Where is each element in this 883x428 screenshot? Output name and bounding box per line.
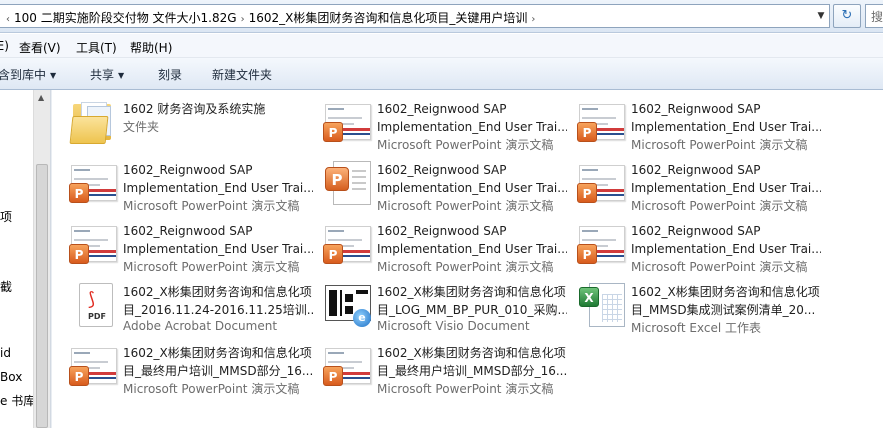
file-name: 1602_X彬集团财务咨询和信息化项 目_最终用户培训_MMSD部分_16... [377, 346, 567, 378]
breadcrumb: ‹ 100 二期实施阶段交付物 文件大小1.82G › 1602_X彬集团财务咨询和信… [2, 9, 539, 26]
powerpoint-icon: P [577, 100, 625, 144]
search-placeholder: 搜 [871, 10, 883, 24]
menu-help[interactable]: 帮助(H) [130, 39, 172, 56]
file-item[interactable]: P 1602_Reignwood SAP Implementation_End U… [53, 153, 313, 213]
visio-icon: e [323, 283, 371, 327]
file-type: Microsoft PowerPoint 演示文稿 [123, 382, 300, 396]
file-name: 1602_X彬集团财务咨询和信息化项 目_最终用户培训_MMSD部分_16... [123, 346, 313, 378]
chevron-right-icon[interactable]: › [531, 14, 535, 25]
pdf-icon: ⟆ PDF [69, 283, 117, 327]
file-name: 1602_Reignwood SAP Implementation_End Use… [377, 224, 567, 256]
file-name: 1602_X彬集团财务咨询和信息化项 目_LOG_MM_BP_PUR_010_采购… [377, 285, 567, 317]
file-type: 文件夹 [123, 120, 160, 134]
file-name: 1602_X彬集团财务咨询和信息化项 目_MMSD集成测试案例清单_20... [631, 285, 820, 317]
file-type: Microsoft PowerPoint 演示文稿 [377, 138, 554, 152]
refresh-icon: ↻ [841, 8, 853, 23]
file-name: 1602_Reignwood SAP Implementation_End Use… [377, 163, 567, 195]
file-item[interactable]: P 1602_Reignwood SAP Implementation_End U… [307, 153, 567, 213]
file-item[interactable]: P 1602_Reignwood SAP Implementation_End U… [307, 92, 567, 152]
breadcrumb-item[interactable]: 100 二期实施阶段交付物 文件大小1.82G [14, 11, 237, 25]
menu-view[interactable]: 查看(V) [19, 39, 61, 56]
file-name: 1602 财务咨询及系统实施 [123, 102, 266, 116]
excel-icon: X [577, 283, 625, 327]
powerpoint-icon: P [323, 222, 371, 266]
address-dropdown-icon[interactable]: ▼ [814, 9, 828, 23]
file-item[interactable]: X 1602_X彬集团财务咨询和信息化项 目_MMSD集成测试案例清单_20...… [561, 275, 820, 335]
include-library-label: 含到库中 [0, 68, 47, 82]
command-bar: 含到库中 ▼ 共享 ▼ 刻录 新建文件夹 [0, 58, 883, 90]
powerpoint-icon: P [69, 344, 117, 388]
nav-scrollbar[interactable]: ▲ [33, 90, 50, 428]
scroll-up-icon[interactable]: ▲ [38, 93, 44, 102]
new-folder-button[interactable]: 新建文件夹 [212, 66, 272, 83]
file-item[interactable]: P 1602_Reignwood SAP Implementation_End U… [561, 92, 821, 152]
file-name: 1602_Reignwood SAP Implementation_End Use… [631, 163, 821, 195]
file-name: 1602_Reignwood SAP Implementation_End Use… [377, 102, 567, 134]
menu-bar: (E) 查看(V) 工具(T) 帮助(H) [0, 34, 883, 58]
file-name: 1602_Reignwood SAP Implementation_End Use… [123, 224, 313, 256]
pane-splitter[interactable] [50, 90, 52, 428]
chevron-right-icon[interactable]: › [241, 14, 245, 25]
file-name: 1602_X彬集团财务咨询和信息化项 目_2016.11.24-2016.11.2… [123, 285, 313, 317]
nav-item[interactable]: 截 [0, 278, 12, 295]
file-type: Microsoft Excel 工作表 [631, 321, 762, 335]
file-name: 1602_Reignwood SAP Implementation_End Use… [631, 224, 821, 256]
file-type: Microsoft PowerPoint 演示文稿 [123, 260, 300, 274]
search-input[interactable]: 搜 [865, 4, 883, 28]
file-item[interactable]: P 1602_X彬集团财务咨询和信息化项 目_最终用户培训_MMSD部分_16..… [307, 336, 567, 396]
file-list: 1602 财务咨询及系统实施 文件夹 P 1602_Reignwood SAP I… [53, 90, 883, 428]
menu-tools[interactable]: 工具(T) [76, 39, 117, 56]
scrollbar-thumb[interactable] [36, 164, 48, 428]
file-type: Microsoft PowerPoint 演示文稿 [123, 199, 300, 213]
file-type: Microsoft PowerPoint 演示文稿 [377, 382, 554, 396]
file-item[interactable]: P 1602_Reignwood SAP Implementation_End U… [53, 214, 313, 274]
file-type: Microsoft PowerPoint 演示文稿 [377, 199, 554, 213]
powerpoint-icon: P [577, 222, 625, 266]
file-item[interactable]: e 1602_X彬集团财务咨询和信息化项 目_LOG_MM_BP_PUR_010_… [307, 275, 567, 333]
address-bar[interactable]: ‹ 100 二期实施阶段交付物 文件大小1.82G › 1602_X彬集团财务咨询和信… [0, 4, 830, 28]
file-item[interactable]: P 1602_X彬集团财务咨询和信息化项 目_最终用户培训_MMSD部分_16..… [53, 336, 313, 396]
powerpoint-icon: P [69, 222, 117, 266]
file-type: Adobe Acrobat Document [123, 319, 278, 333]
file-item[interactable]: P 1602_Reignwood SAP Implementation_End U… [307, 214, 567, 274]
nav-item[interactable]: e 书库 [0, 392, 35, 409]
powerpoint-icon: P [577, 161, 625, 205]
file-type: Microsoft PowerPoint 演示文稿 [631, 199, 808, 213]
menu-edit[interactable]: (E) [0, 39, 9, 53]
share-label: 共享 [90, 68, 115, 82]
nav-item[interactable]: id [0, 346, 11, 360]
powerpoint-icon: P [323, 344, 371, 388]
file-type: Microsoft Visio Document [377, 319, 530, 333]
powerpoint-icon: P [69, 161, 117, 205]
chevron-left-icon[interactable]: ‹ [6, 14, 10, 25]
navigation-pane: 项 截 id Box e 书库 ▲ [0, 90, 50, 428]
share-button[interactable]: 共享 ▼ [90, 66, 124, 83]
powerpoint-icon: P [323, 100, 371, 144]
file-type: Microsoft PowerPoint 演示文稿 [631, 260, 808, 274]
include-in-library-button[interactable]: 含到库中 ▼ [0, 66, 56, 83]
nav-item[interactable]: 项 [0, 208, 12, 225]
folder-icon [69, 100, 117, 144]
file-name: 1602_Reignwood SAP Implementation_End Use… [631, 102, 821, 134]
address-bar-row: ‹ 100 二期实施阶段交付物 文件大小1.82G › 1602_X彬集团财务咨询和信… [0, 0, 883, 33]
chevron-down-icon: ▼ [118, 71, 125, 80]
file-name: 1602_Reignwood SAP Implementation_End Use… [123, 163, 313, 195]
file-type: Microsoft PowerPoint 演示文稿 [631, 138, 808, 152]
file-item[interactable]: ⟆ PDF 1602_X彬集团财务咨询和信息化项 目_2016.11.24-2016… [53, 275, 313, 333]
chevron-down-icon: ▼ [50, 71, 57, 80]
file-type: Microsoft PowerPoint 演示文稿 [377, 260, 554, 274]
refresh-button[interactable]: ↻ [833, 4, 861, 28]
burn-button[interactable]: 刻录 [158, 66, 182, 83]
powerpoint-icon: P [323, 161, 371, 205]
nav-item[interactable]: Box [0, 370, 22, 384]
file-item[interactable]: P 1602_Reignwood SAP Implementation_End U… [561, 153, 821, 213]
file-item[interactable]: 1602 财务咨询及系统实施 文件夹 [53, 92, 303, 150]
file-item[interactable]: P 1602_Reignwood SAP Implementation_End U… [561, 214, 821, 274]
breadcrumb-item[interactable]: 1602_X彬集团财务咨询和信息化项目_关键用户培训 [249, 11, 528, 25]
